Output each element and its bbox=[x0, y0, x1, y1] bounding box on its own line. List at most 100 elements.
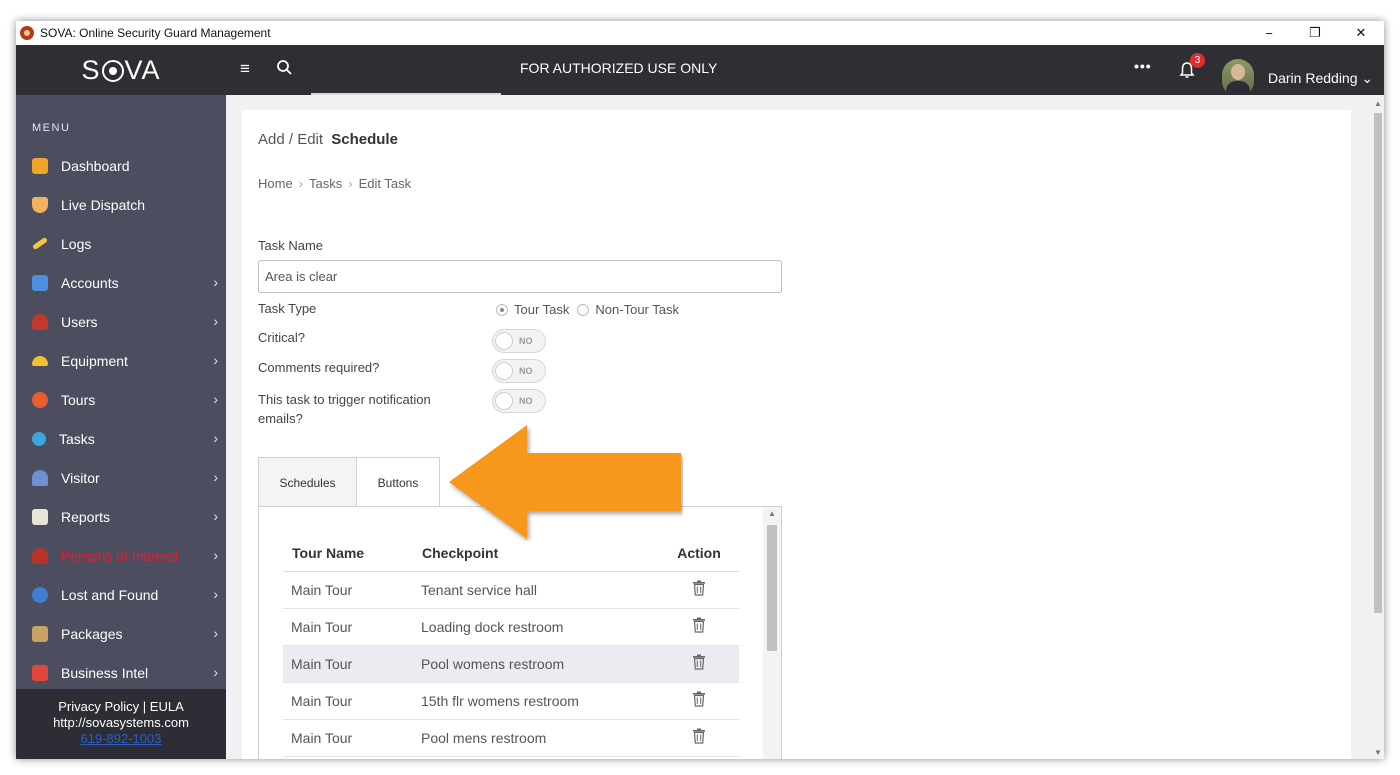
critical-toggle[interactable]: NO bbox=[492, 329, 546, 353]
tour-name-cell: Main Tour bbox=[283, 571, 413, 609]
page-title: Add / Edit Schedule bbox=[258, 131, 398, 148]
eula-link[interactable]: EULA bbox=[150, 699, 184, 714]
sidebar-item-business-intel[interactable]: Business Intel › bbox=[16, 653, 226, 692]
sidebar-item-dashboard[interactable]: Dashboard bbox=[16, 146, 226, 185]
sidebar-item-users[interactable]: Users › bbox=[16, 302, 226, 341]
scroll-up-arrow-icon[interactable]: ▲ bbox=[1374, 99, 1382, 108]
sidebar-item-accounts[interactable]: Accounts › bbox=[16, 263, 226, 302]
sidebar-item-tours[interactable]: Tours › bbox=[16, 380, 226, 419]
breadcrumb-home[interactable]: Home bbox=[258, 176, 293, 191]
menu-toggle-icon[interactable]: ≡ bbox=[240, 60, 258, 78]
top-navbar: S VA ≡ FOR AUTHORIZED USE ONLY ••• 3 Dari… bbox=[16, 45, 1384, 97]
task-type-radio-group: Tour Task Non-Tour Task bbox=[496, 302, 679, 317]
scroll-up-arrow-icon[interactable]: ▲ bbox=[768, 509, 776, 518]
comments-required-toggle[interactable]: NO bbox=[492, 359, 546, 383]
sidebar-item-reports[interactable]: Reports › bbox=[16, 497, 226, 536]
sidebar-item-label: Live Dispatch bbox=[61, 196, 146, 213]
sidebar-footer: Privacy Policy | EULA http://sovasystems… bbox=[16, 689, 226, 759]
trash-icon[interactable] bbox=[692, 728, 706, 744]
trash-icon[interactable] bbox=[692, 580, 706, 596]
chevron-right-icon: › bbox=[213, 547, 218, 563]
page-scrollbar[interactable]: ▲ ▼ bbox=[1372, 95, 1384, 759]
breadcrumb-tasks[interactable]: Tasks bbox=[309, 176, 342, 191]
table-row: Main Tour Tenant service hall bbox=[283, 571, 739, 609]
page-scrollbar-thumb[interactable] bbox=[1374, 113, 1382, 613]
checkpoint-cell: Loading dock restroom bbox=[413, 608, 659, 646]
phone-link[interactable]: 619-892-1003 bbox=[16, 731, 226, 747]
trash-icon[interactable] bbox=[692, 691, 706, 707]
task-type-label: Task Type bbox=[258, 301, 317, 316]
trash-icon[interactable] bbox=[692, 654, 706, 670]
chevron-right-icon: › bbox=[298, 176, 304, 191]
tour-task-radio[interactable] bbox=[496, 303, 508, 316]
sidebar-item-persons-of-interest[interactable]: Persons of Interest › bbox=[16, 536, 226, 575]
table-scrollbar[interactable]: ▲ bbox=[763, 507, 781, 759]
chevron-right-icon: › bbox=[213, 586, 218, 602]
action-cell bbox=[659, 682, 739, 720]
tab-buttons[interactable]: Buttons bbox=[357, 457, 440, 508]
sidebar-item-packages[interactable]: Packages › bbox=[16, 614, 226, 653]
sidebar-item-equipment[interactable]: Equipment › bbox=[16, 341, 226, 380]
hardhat-icon bbox=[32, 355, 48, 366]
toggle-state: NO bbox=[519, 366, 533, 376]
toggle-state: NO bbox=[519, 396, 533, 406]
action-cell bbox=[659, 571, 739, 609]
task-name-input[interactable] bbox=[258, 260, 782, 293]
privacy-policy-link[interactable]: Privacy Policy bbox=[58, 699, 139, 714]
sova-logo[interactable]: S VA bbox=[16, 45, 226, 95]
shield-icon bbox=[32, 196, 48, 213]
notification-emails-toggle[interactable]: NO bbox=[492, 389, 546, 413]
restore-button[interactable]: ❐ bbox=[1292, 21, 1338, 45]
footer-divider: | bbox=[142, 699, 147, 714]
action-cell bbox=[659, 608, 739, 646]
tour-name-cell: Main Tour bbox=[283, 682, 413, 720]
chevron-right-icon: › bbox=[213, 430, 218, 446]
minimize-button[interactable]: − bbox=[1246, 21, 1292, 45]
non-tour-task-radio[interactable] bbox=[577, 303, 590, 316]
non-tour-task-label: Non-Tour Task bbox=[595, 302, 679, 317]
action-cell bbox=[659, 645, 739, 683]
task-name-label: Task Name bbox=[258, 238, 324, 253]
home-icon bbox=[32, 157, 48, 174]
logo-text-start: S bbox=[81, 54, 101, 85]
sidebar-item-label: Packages bbox=[61, 625, 123, 642]
search-icon[interactable] bbox=[275, 58, 295, 78]
chevron-right-icon: › bbox=[213, 469, 218, 485]
sidebar-item-lost-and-found[interactable]: Lost and Found › bbox=[16, 575, 226, 614]
table-header-row: Tour Name Checkpoint Action bbox=[283, 535, 739, 572]
gear-icon bbox=[32, 431, 46, 446]
notification-badge: 3 bbox=[1190, 53, 1205, 68]
table-scrollbar-thumb[interactable] bbox=[767, 525, 777, 651]
more-options-icon[interactable]: ••• bbox=[1134, 58, 1152, 74]
sidebar-item-tasks[interactable]: Tasks › bbox=[16, 419, 226, 458]
sidebar-item-label: Dashboard bbox=[61, 157, 130, 174]
chevron-right-icon: › bbox=[213, 625, 218, 641]
website-link[interactable]: http://sovasystems.com bbox=[16, 715, 226, 731]
sidebar-item-label: Business Intel bbox=[61, 664, 149, 681]
tour-name-cell: Main Tour bbox=[283, 645, 413, 683]
sidebar-item-live-dispatch[interactable]: Live Dispatch bbox=[16, 185, 226, 224]
user-avatar[interactable] bbox=[1222, 59, 1254, 97]
user-menu[interactable]: Darin Redding ⌄ bbox=[1268, 70, 1373, 87]
scroll-down-arrow-icon[interactable]: ▼ bbox=[1374, 748, 1382, 757]
toggle-knob bbox=[495, 332, 513, 350]
trash-icon[interactable] bbox=[692, 617, 706, 633]
sidebar-item-logs[interactable]: Logs bbox=[16, 224, 226, 263]
pencil-icon bbox=[32, 236, 48, 251]
suspect-icon bbox=[32, 547, 48, 564]
table-row: Main Tour 15th flr womens restroom bbox=[283, 682, 739, 720]
sidebar-item-visitor[interactable]: Visitor › bbox=[16, 458, 226, 497]
building-icon bbox=[32, 274, 48, 291]
chevron-right-icon: › bbox=[213, 274, 218, 290]
table-row: Main Tour Pool womens restroom bbox=[283, 645, 739, 683]
edit-task-panel: Add / Edit Schedule Home › Tasks › Edit … bbox=[242, 110, 1351, 759]
tab-schedules[interactable]: Schedules bbox=[258, 457, 357, 507]
sidebar-item-label: Logs bbox=[61, 235, 92, 252]
chevron-down-icon: ⌄ bbox=[1361, 70, 1374, 86]
user-icon bbox=[32, 313, 48, 330]
close-button[interactable]: ✕ bbox=[1338, 21, 1384, 45]
chevron-right-icon: › bbox=[213, 664, 218, 680]
breadcrumb-edit-task: Edit Task bbox=[358, 176, 412, 191]
authorized-use-banner: FOR AUTHORIZED USE ONLY bbox=[520, 60, 718, 76]
page-title-bold: Schedule bbox=[331, 131, 398, 148]
